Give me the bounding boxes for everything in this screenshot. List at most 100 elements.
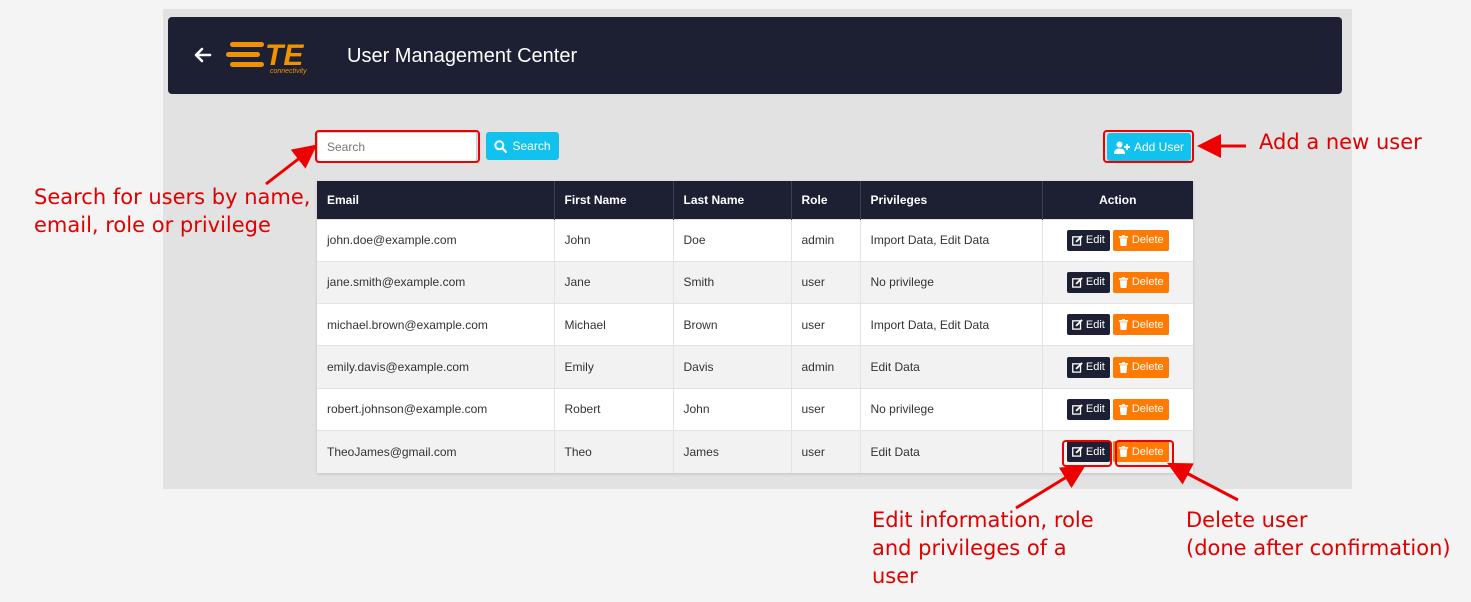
cell-email: emily.davis@example.com [317, 345, 555, 389]
add-user-icon [1113, 141, 1130, 154]
column-header-role[interactable]: Role [791, 181, 861, 219]
delete-button[interactable]: Delete [1112, 398, 1169, 420]
edit-annotation-line: Edit information, role [872, 508, 1094, 532]
edit-button[interactable]: Edit [1066, 356, 1110, 378]
app-header: TE connectivity User Management Center [168, 17, 1342, 94]
cell-action: Edit Delete [1042, 218, 1193, 262]
edit-icon [1071, 319, 1083, 330]
cell-email: michael.brown@example.com [317, 303, 555, 346]
delete-button[interactable]: Delete [1112, 441, 1169, 463]
table-row: john.doe@example.com John Doe admin Import D… [317, 218, 1193, 262]
delete-button[interactable]: Delete [1112, 229, 1169, 251]
cell-role: user [791, 260, 861, 304]
te-connectivity-logo: TE connectivity [226, 39, 307, 75]
cell-email: TheoJames@gmail.com [317, 429, 555, 473]
edit-button-label: Edit [1085, 234, 1105, 247]
trash-icon [1118, 361, 1128, 373]
column-header-privileges[interactable]: Privileges [860, 181, 1043, 219]
table-row: TheoJames@gmail.com Theo James user Edit Dat… [317, 429, 1193, 473]
delete-button[interactable]: Delete [1112, 356, 1169, 378]
edit-icon [1071, 446, 1083, 458]
edit-button[interactable]: Edit [1066, 441, 1110, 463]
cell-action: Edit Delete [1042, 345, 1193, 389]
cell-privileges: Import Data, Edit Data [860, 303, 1043, 346]
cell-role: admin [791, 218, 861, 262]
cell-email: john.doe@example.com [317, 218, 555, 262]
cell-privileges: Import Data, Edit Data [860, 218, 1043, 262]
cell-privileges: Edit Data [860, 345, 1043, 389]
add-user-button-label: Add User [1133, 140, 1185, 154]
users-table: Email First Name Last Name Role Privileg… [317, 181, 1193, 473]
cell-last-name: Smith [673, 260, 792, 304]
trash-icon [1118, 319, 1128, 331]
delete-button-label: Delete [1131, 445, 1164, 458]
add-user-annotation: Add a new user [1259, 130, 1422, 154]
table-row: michael.brown@example.com Michael Brown use… [317, 303, 1193, 346]
table-row: jane.smith@example.com Jane Smith user No pr… [317, 260, 1193, 304]
cell-first-name: Theo [554, 429, 674, 473]
edit-button[interactable]: Edit [1066, 271, 1110, 293]
table-row: robert.johnson@example.com Robert John user… [317, 387, 1193, 431]
cell-email: robert.johnson@example.com [317, 387, 555, 431]
edit-button-label: Edit [1085, 445, 1105, 458]
cell-privileges: No privilege [860, 387, 1043, 431]
delete-button-label: Delete [1131, 403, 1164, 416]
edit-button-label: Edit [1085, 276, 1105, 289]
cell-first-name: Emily [554, 345, 674, 389]
search-icon [494, 139, 508, 153]
table-row: emily.davis@example.com Emily Davis admin Ed… [317, 345, 1193, 389]
search-button[interactable]: Search [486, 132, 559, 160]
column-header-first-name[interactable]: First Name [554, 181, 674, 219]
edit-button-label: Edit [1085, 361, 1105, 374]
delete-button[interactable]: Delete [1112, 314, 1169, 336]
edit-button[interactable]: Edit [1066, 398, 1110, 420]
logo-subtext: connectivity [270, 68, 307, 75]
edit-button-label: Edit [1085, 403, 1105, 416]
cell-privileges: Edit Data [860, 429, 1043, 473]
column-header-email[interactable]: Email [317, 181, 555, 219]
app-window: TE connectivity User Management Center S… [163, 9, 1352, 489]
search-annotation-line: Search for users by name, [34, 185, 311, 209]
cell-action: Edit Delete [1042, 303, 1193, 346]
add-user-button[interactable]: Add User [1107, 133, 1191, 161]
cell-first-name: Jane [554, 260, 674, 304]
table-header-row: Email First Name Last Name Role Privileg… [317, 181, 1193, 219]
edit-annotation: Edit information, role and privileges of… [872, 506, 1094, 590]
cell-action: Edit Delete [1042, 429, 1193, 473]
cell-privileges: No privilege [860, 260, 1043, 304]
cell-email: jane.smith@example.com [317, 260, 555, 304]
delete-annotation-line: Delete user [1186, 508, 1308, 532]
cell-last-name: John [673, 387, 792, 431]
cell-role: user [791, 303, 861, 346]
edit-icon [1071, 404, 1083, 415]
search-annotation-line: email, role or privilege [34, 213, 271, 237]
cell-first-name: John [554, 218, 674, 262]
delete-annotation: Delete user (done after confirmation) [1186, 506, 1451, 562]
page: TE connectivity User Management Center S… [0, 0, 1471, 602]
trash-icon [1118, 446, 1128, 458]
back-arrow-icon[interactable] [192, 44, 214, 66]
cell-last-name: Davis [673, 345, 792, 389]
trash-icon [1118, 276, 1128, 288]
edit-icon [1071, 234, 1083, 246]
cell-role: user [791, 429, 861, 473]
delete-annotation-line: (done after confirmation) [1186, 536, 1451, 560]
delete-button-label: Delete [1131, 318, 1164, 331]
cell-first-name: Michael [554, 303, 674, 346]
edit-icon [1071, 361, 1083, 373]
trash-icon [1118, 403, 1128, 415]
cell-role: user [791, 387, 861, 431]
column-header-action: Action [1042, 181, 1193, 219]
cell-action: Edit Delete [1042, 387, 1193, 431]
edit-button[interactable]: Edit [1066, 229, 1110, 251]
edit-icon [1071, 277, 1083, 288]
delete-button-label: Delete [1131, 234, 1164, 247]
search-input[interactable] [317, 132, 477, 162]
delete-button[interactable]: Delete [1112, 271, 1169, 293]
search-button-label: Search [512, 139, 551, 153]
cell-last-name: Brown [673, 303, 792, 346]
edit-button[interactable]: Edit [1066, 314, 1110, 336]
trash-icon [1118, 234, 1128, 246]
column-header-last-name[interactable]: Last Name [673, 181, 792, 219]
cell-last-name: Doe [673, 218, 792, 262]
